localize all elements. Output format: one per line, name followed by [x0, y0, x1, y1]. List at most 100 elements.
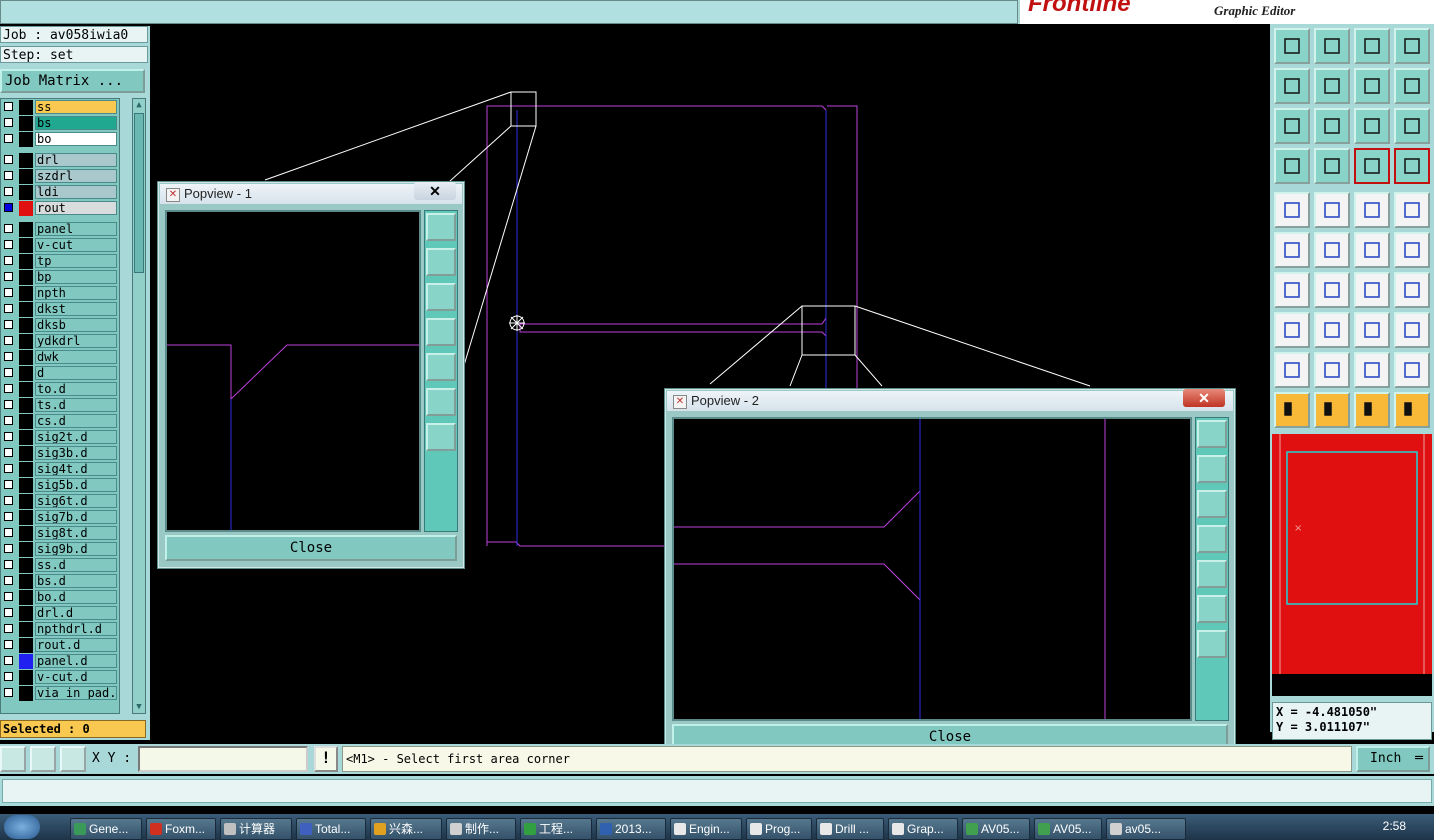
layer-checkbox[interactable]	[4, 224, 13, 233]
layer-checkbox[interactable]	[4, 624, 13, 633]
layer-checkbox[interactable]	[4, 496, 13, 505]
layer-color-swatch[interactable]	[19, 622, 33, 637]
taskbar-item[interactable]: Prog...	[746, 818, 812, 840]
layer-name[interactable]: sig6t.d	[35, 494, 117, 508]
save-icon[interactable]	[1314, 28, 1350, 64]
text-icon[interactable]	[1394, 272, 1430, 308]
layer-checkbox[interactable]	[4, 528, 13, 537]
layer-name[interactable]: sig8t.d	[35, 526, 117, 540]
layer-color-swatch[interactable]	[19, 398, 33, 413]
layer-row[interactable]: drl.d	[1, 606, 119, 621]
pan-down-icon[interactable]	[1197, 490, 1227, 518]
layer-name[interactable]: v-cut	[35, 238, 117, 252]
layer-color-swatch[interactable]	[19, 366, 33, 381]
arrow-point-icon[interactable]	[1394, 232, 1430, 268]
layer-color-swatch[interactable]	[19, 153, 33, 168]
layer-row[interactable]: sig6t.d	[1, 494, 119, 509]
layer-list-scrollbar[interactable]: ▲ ▼	[132, 98, 146, 714]
layer-checkbox[interactable]	[4, 560, 13, 569]
import-icon[interactable]	[1274, 68, 1310, 104]
dimension-icon[interactable]	[1354, 312, 1390, 348]
layer-color-swatch[interactable]	[19, 670, 33, 685]
layer-name[interactable]: drl	[35, 153, 117, 167]
layer-checkbox[interactable]	[4, 320, 13, 329]
layer-name[interactable]: d	[35, 366, 117, 380]
layer-checkbox[interactable]	[4, 102, 13, 111]
layer-row[interactable]: v-cut	[1, 238, 119, 253]
layer-name[interactable]: rout.d	[35, 638, 117, 652]
line-add-icon[interactable]	[1274, 272, 1310, 308]
layer-row[interactable]: via_in_pad.d	[1, 686, 119, 701]
layer-color-swatch[interactable]	[19, 686, 33, 701]
layer-name[interactable]: bs.d	[35, 574, 117, 588]
layer-color-swatch[interactable]	[19, 574, 33, 589]
layer-row[interactable]: ss.d	[1, 558, 119, 573]
pointer-icon[interactable]	[1274, 392, 1310, 428]
edge-mid-icon[interactable]	[1394, 352, 1430, 388]
layer-name[interactable]: sig2t.d	[35, 430, 117, 444]
layer-color-swatch[interactable]	[19, 494, 33, 509]
layer-checkbox[interactable]	[4, 480, 13, 489]
layer-checkbox[interactable]	[4, 203, 13, 212]
taskbar-item[interactable]: 制作...	[446, 818, 516, 840]
layer-color-swatch[interactable]	[19, 446, 33, 461]
layer-name[interactable]: npthdrl.d	[35, 622, 117, 636]
xy-input[interactable]	[138, 746, 308, 772]
palette-icon[interactable]	[1274, 148, 1310, 184]
taskbar-item[interactable]: Total...	[296, 818, 366, 840]
taskbar-item[interactable]: 计算器	[220, 818, 292, 840]
scale-1-2-icon[interactable]	[1354, 108, 1390, 144]
taskbar-item[interactable]: Grap...	[888, 818, 958, 840]
layer-color-swatch[interactable]	[19, 542, 33, 557]
layer-color-swatch[interactable]	[19, 286, 33, 301]
undo-icon[interactable]	[1354, 68, 1390, 104]
layer-color-swatch[interactable]	[19, 334, 33, 349]
pan-down-icon[interactable]	[426, 283, 456, 311]
zoom-fit-icon[interactable]	[1274, 108, 1310, 144]
zoom-window-icon[interactable]	[426, 213, 456, 241]
layer-color-swatch[interactable]	[19, 558, 33, 573]
layer-color-swatch[interactable]	[19, 350, 33, 365]
layer-color-swatch[interactable]	[19, 382, 33, 397]
layer-name[interactable]: bo.d	[35, 590, 117, 604]
ruler-icon[interactable]	[1354, 192, 1390, 228]
layer-name[interactable]: sig3b.d	[35, 446, 117, 460]
layer-color-swatch[interactable]	[19, 201, 33, 216]
layer-name[interactable]: sig5b.d	[35, 478, 117, 492]
scroll-up-arrow-icon[interactable]: ▲	[133, 99, 145, 111]
layer-row[interactable]: panel.d	[1, 654, 119, 669]
layer-checkbox[interactable]	[4, 368, 13, 377]
dot-icon[interactable]	[1394, 192, 1430, 228]
layer-checkbox[interactable]	[4, 656, 13, 665]
layer-name[interactable]: ydkdrl	[35, 334, 117, 348]
layer-checkbox[interactable]	[4, 688, 13, 697]
layer-name[interactable]: sig4t.d	[35, 462, 117, 476]
layer-color-swatch[interactable]	[19, 638, 33, 653]
measure-icon[interactable]	[30, 746, 56, 772]
popview-2-titlebar[interactable]: ✕ Popview - 2	[667, 391, 1233, 411]
zoom-out-icon[interactable]	[1197, 595, 1227, 623]
layer-color-swatch[interactable]	[19, 414, 33, 429]
layer-name[interactable]: ts.d	[35, 398, 117, 412]
layer-name[interactable]: panel	[35, 222, 117, 236]
layer-row[interactable]: szdrl	[1, 169, 119, 184]
edge-down-icon[interactable]	[1354, 352, 1390, 388]
layer-checkbox[interactable]	[4, 672, 13, 681]
help-icon[interactable]	[1394, 108, 1430, 144]
layer-row[interactable]: npthdrl.d	[1, 622, 119, 637]
layer-checkbox[interactable]	[4, 288, 13, 297]
layer-name[interactable]: to.d	[35, 382, 117, 396]
taskbar-item[interactable]: Engin...	[670, 818, 742, 840]
layer-name[interactable]: dkst	[35, 302, 117, 316]
layer-name[interactable]: ldi	[35, 185, 117, 199]
layer-row[interactable]: sig2t.d	[1, 430, 119, 445]
export-icon[interactable]	[1314, 68, 1350, 104]
layer-row[interactable]: sig5b.d	[1, 478, 119, 493]
popview-2-viewport[interactable]	[672, 417, 1192, 721]
layer-checkbox[interactable]	[4, 256, 13, 265]
layer-color-swatch[interactable]	[19, 606, 33, 621]
layer-checkbox[interactable]	[4, 544, 13, 553]
connect-icon[interactable]	[1274, 232, 1310, 268]
layer-row[interactable]: rout	[1, 201, 119, 216]
taskbar-item[interactable]: 工程...	[520, 818, 592, 840]
